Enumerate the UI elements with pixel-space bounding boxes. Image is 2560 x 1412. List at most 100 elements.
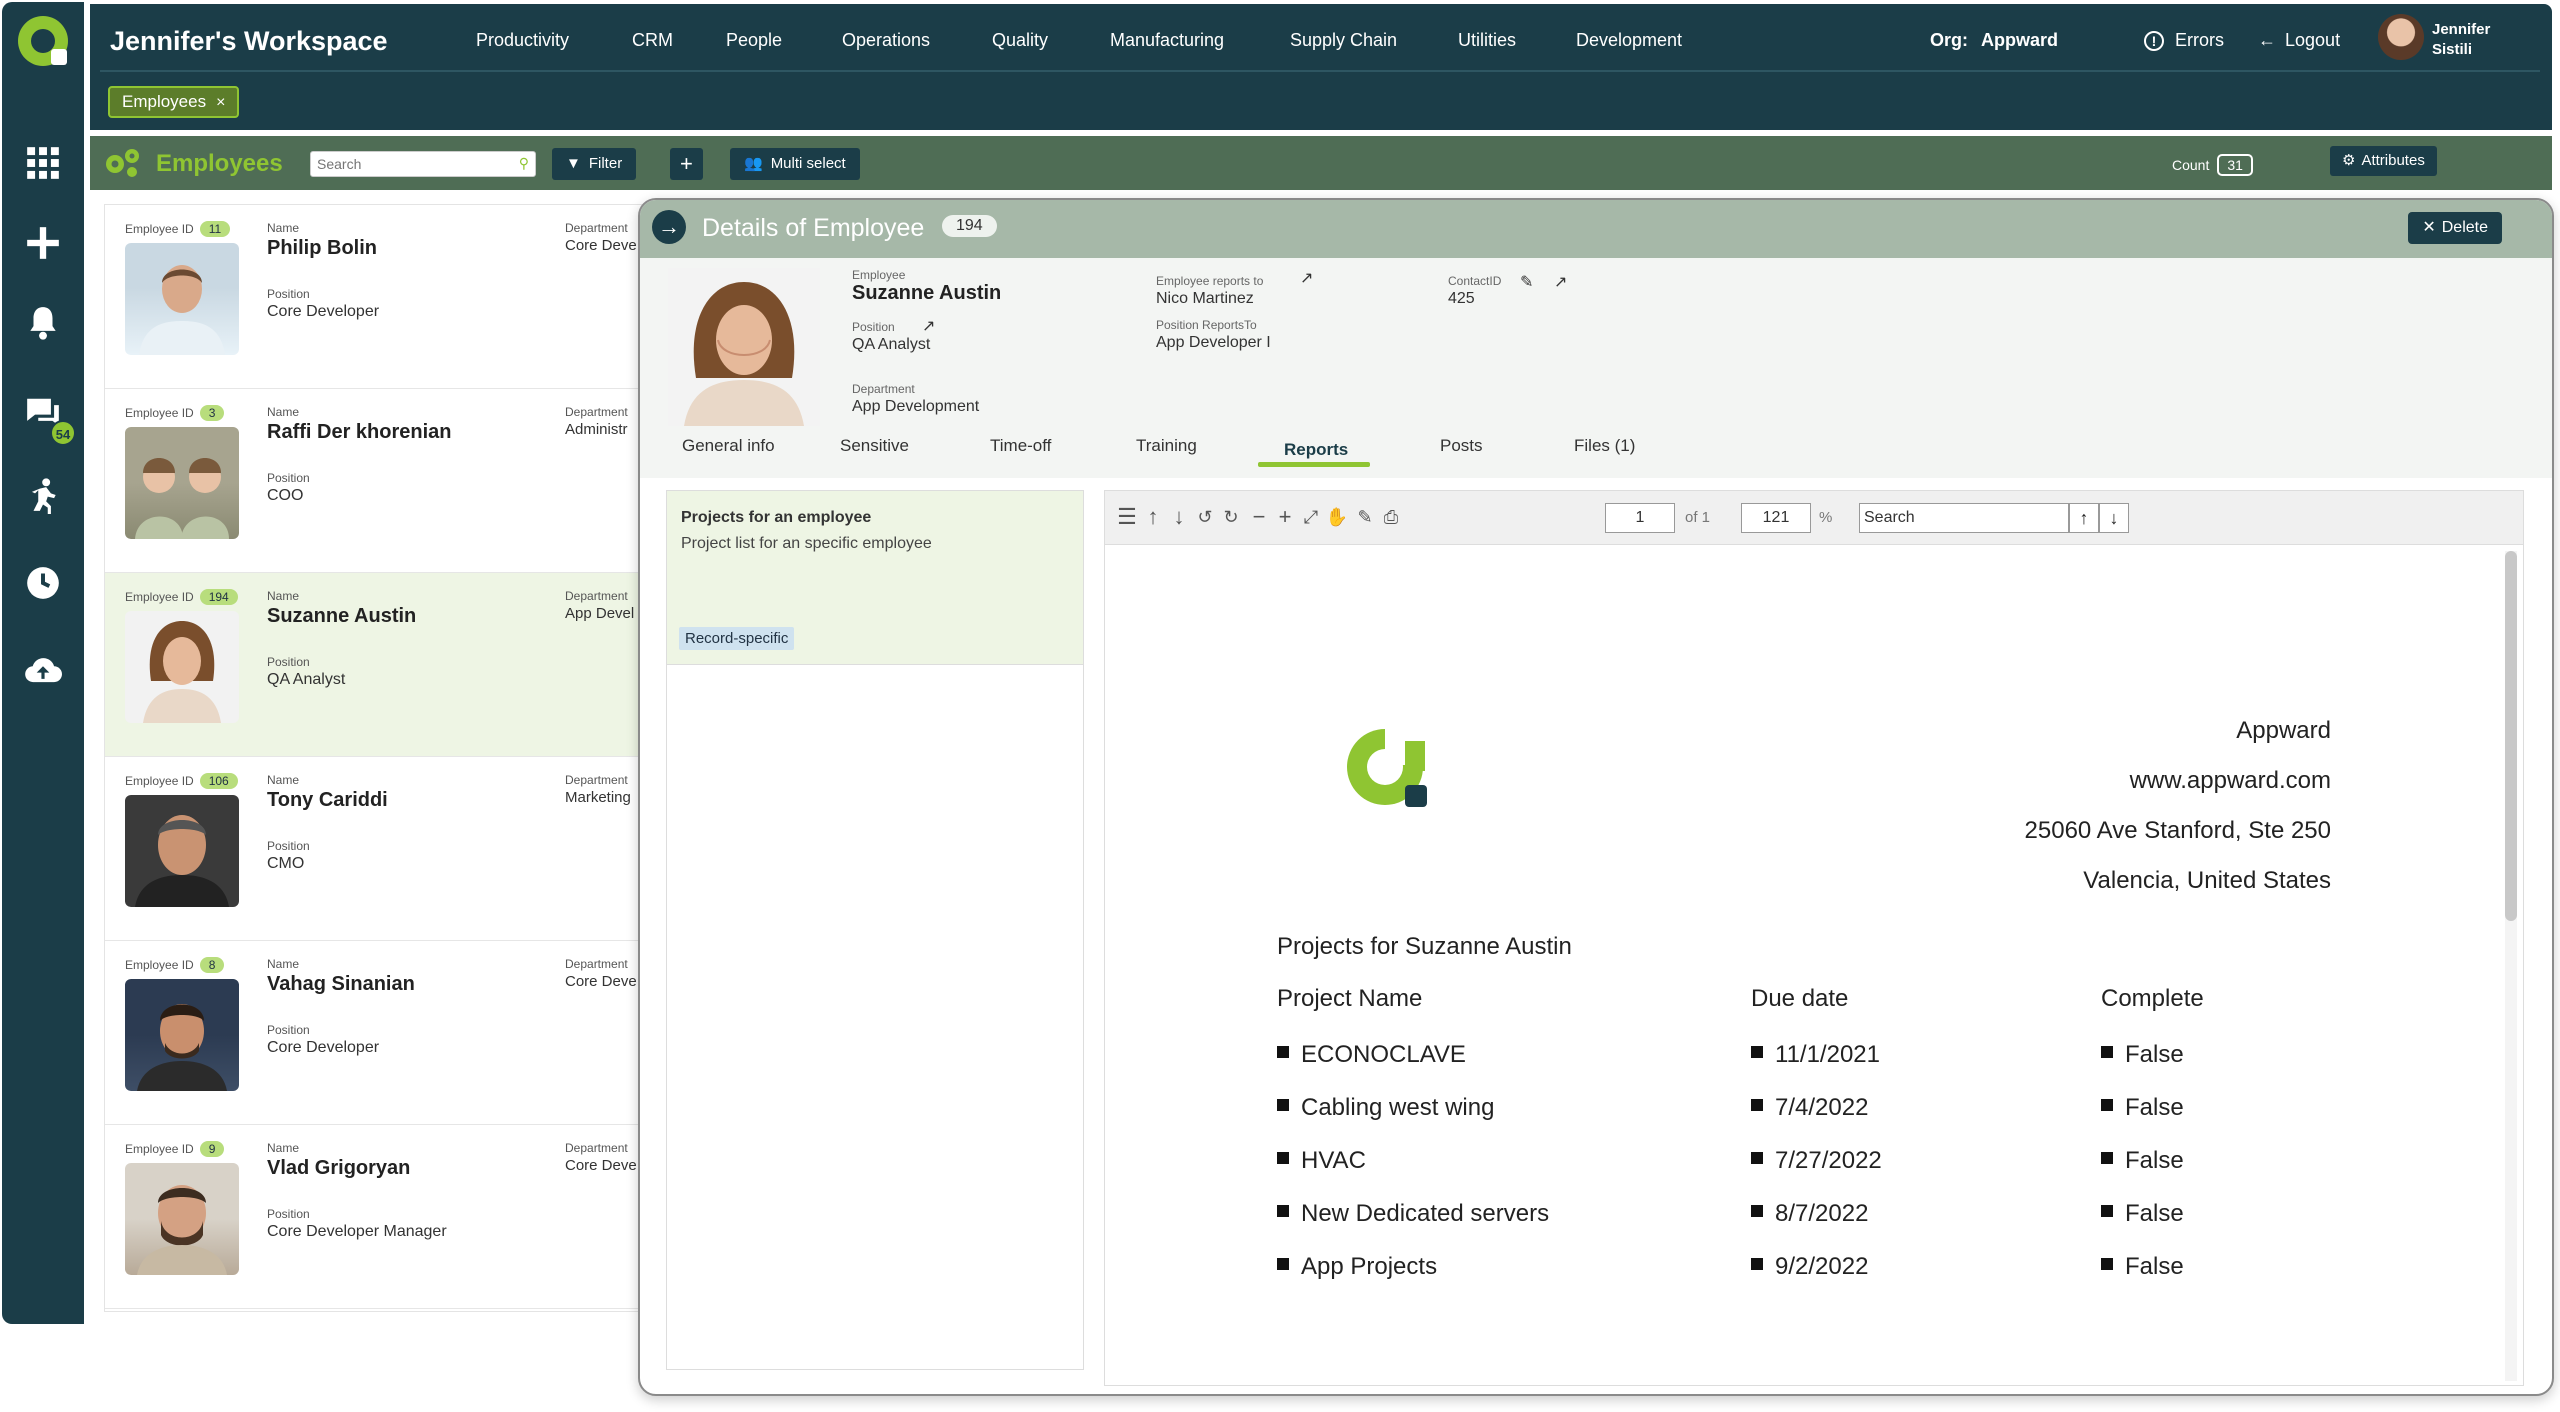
search-input[interactable] <box>311 152 501 176</box>
report-list-item[interactable]: Projects for an employee Project list fo… <box>667 491 1083 665</box>
clock-icon[interactable] <box>22 564 64 606</box>
position-label: Position <box>267 471 310 485</box>
bell-icon[interactable] <box>22 304 64 346</box>
employee-position: Core Developer <box>267 303 380 320</box>
list-item[interactable]: Employee ID 11 Name Philip Bolin Position… <box>105 205 663 389</box>
user-last-name: Sistili <box>2432 41 2473 58</box>
nav-utilities[interactable]: Utilities <box>1458 30 1516 51</box>
pencil-icon[interactable]: ✎ <box>1520 272 1533 292</box>
zoom-in-icon[interactable]: + <box>1271 503 1299 531</box>
page-count: of 1 <box>1685 509 1711 526</box>
menu-icon[interactable]: ☰ <box>1113 503 1141 531</box>
company-logo <box>1345 723 1435 813</box>
search-next-button[interactable]: ↓ <box>2099 503 2129 533</box>
list-item[interactable]: Employee ID 9 Name Vlad Grigoryan Positio… <box>105 1125 663 1309</box>
employee-id-badge: 194 <box>199 589 238 605</box>
nav-people[interactable]: People <box>726 30 782 51</box>
nav-supply-chain[interactable]: Supply Chain <box>1290 30 1397 51</box>
zoom-out-icon[interactable]: − <box>1245 503 1273 531</box>
rotate-left-icon[interactable]: ↺ <box>1191 503 1219 531</box>
logout-button[interactable]: ← Logout <box>2258 30 2340 51</box>
nav-productivity[interactable]: Productivity <box>476 30 569 51</box>
logout-label: Logout <box>2285 30 2341 50</box>
tab-posts[interactable]: Posts <box>1440 436 1483 456</box>
zoom-input[interactable]: 121 <box>1741 503 1811 533</box>
attributes-button[interactable]: ⚙ Attributes <box>2330 146 2437 176</box>
nav-operations[interactable]: Operations <box>842 30 930 51</box>
employee-position: Core Developer Manager <box>267 1223 447 1240</box>
employee-id-label: Employee ID <box>125 222 194 236</box>
employee-id-badge: 106 <box>199 773 238 789</box>
print-icon[interactable]: ⎙ <box>1377 503 1405 531</box>
hand-icon[interactable]: ✋ <box>1323 503 1351 531</box>
rotate-right-icon[interactable]: ↻ <box>1217 503 1245 531</box>
employee-photo <box>125 243 239 355</box>
employee-id-label: Employee ID <box>125 774 194 788</box>
search-field[interactable]: ⚲ <box>310 151 536 177</box>
running-icon[interactable] <box>22 476 64 518</box>
viewer-scrollbar[interactable] <box>2505 551 2517 1381</box>
employee-name: Philip Bolin <box>267 237 377 259</box>
list-item[interactable]: Employee ID 3 Name Raffi Der khorenian Po… <box>105 389 663 573</box>
viewer-search-input[interactable] <box>1860 504 2060 532</box>
position-label: Position <box>267 1207 310 1221</box>
employee-photo <box>125 795 239 907</box>
arrow-up-icon[interactable]: ↑ <box>1139 503 1167 531</box>
record-count: Count 31 <box>2172 154 2253 176</box>
arrow-right-icon[interactable]: → <box>652 210 686 244</box>
due-date: 11/1/2021 <box>1751 1041 1880 1069</box>
search-prev-button[interactable]: ↑ <box>2069 503 2099 533</box>
tab-sensitive[interactable]: Sensitive <box>840 436 909 456</box>
nav-crm[interactable]: CRM <box>632 30 673 51</box>
employee-id-badge: 11 <box>199 221 231 237</box>
alert-circle-icon: ! <box>2144 31 2164 51</box>
viewer-search[interactable] <box>1859 503 2069 533</box>
fit-page-icon[interactable]: ⤢ <box>1297 503 1325 531</box>
list-item-selected[interactable]: Employee ID 194 Name Suzanne Austin Posit… <box>105 573 663 757</box>
close-icon[interactable]: × <box>216 94 225 111</box>
pen-icon[interactable]: ✎ <box>1351 503 1379 531</box>
tab-time-off[interactable]: Time-off <box>990 436 1051 456</box>
report-viewer: ☰ ↑ ↓ ↺ ↻ − + ⤢ ✋ ✎ ⎙ 1 of 1 121 % ↑ ↓ <box>1104 490 2524 1386</box>
nav-quality[interactable]: Quality <box>992 30 1048 51</box>
user-name[interactable]: Jennifer Sistili <box>2432 20 2490 60</box>
delete-label: Delete <box>2441 219 2488 236</box>
user-first-name: Jennifer <box>2432 21 2491 38</box>
tab-reports[interactable]: Reports <box>1284 440 1348 460</box>
position-label: Position <box>852 320 895 334</box>
employee-department: App Devel <box>565 605 635 622</box>
external-link-icon[interactable]: ↗ <box>1554 272 1567 292</box>
errors-button[interactable]: ! Errors <box>2144 30 2224 51</box>
scrollbar-thumb[interactable] <box>2505 551 2517 921</box>
apps-grid-icon[interactable] <box>22 144 64 186</box>
add-button[interactable]: + <box>670 148 703 180</box>
page-number-input[interactable]: 1 <box>1605 503 1675 533</box>
nav-manufacturing[interactable]: Manufacturing <box>1110 30 1224 51</box>
nav-development[interactable]: Development <box>1576 30 1682 51</box>
position-value: QA Analyst <box>852 336 931 353</box>
multi-select-button[interactable]: 👥 Multi select <box>730 148 860 180</box>
plus-icon[interactable] <box>22 224 64 266</box>
employee-id-label: Employee ID <box>125 958 194 972</box>
filter-button[interactable]: ▼ Filter <box>552 148 637 180</box>
open-tab-chip[interactable]: Employees × <box>108 86 240 118</box>
list-item[interactable]: Employee ID 106 Name Tony Cariddi Positio… <box>105 757 663 941</box>
department-label: Department <box>565 221 628 235</box>
column-header: Complete <box>2101 985 2204 1012</box>
employee-photo <box>125 611 239 723</box>
name-label: Name <box>267 221 300 235</box>
delete-button[interactable]: ✕ Delete <box>2408 212 2502 244</box>
tab-training[interactable]: Training <box>1136 436 1197 456</box>
list-item[interactable]: Employee ID 8 Name Vahag Sinanian Positio… <box>105 941 663 1125</box>
tab-general-info[interactable]: General info <box>682 436 775 456</box>
external-link-icon[interactable]: ↗ <box>1300 268 1313 288</box>
search-icon[interactable]: ⚲ <box>519 155 529 172</box>
tab-files[interactable]: Files (1) <box>1574 436 1635 456</box>
user-avatar[interactable] <box>2378 14 2424 60</box>
external-link-icon[interactable]: ↗ <box>922 316 935 336</box>
appward-logo[interactable] <box>18 16 68 66</box>
contact-id-label: ContactID <box>1448 274 1502 288</box>
employee-id-row: Employee ID 9 <box>125 1141 225 1157</box>
arrow-down-icon[interactable]: ↓ <box>1165 503 1193 531</box>
cloud-upload-icon[interactable] <box>22 652 64 694</box>
